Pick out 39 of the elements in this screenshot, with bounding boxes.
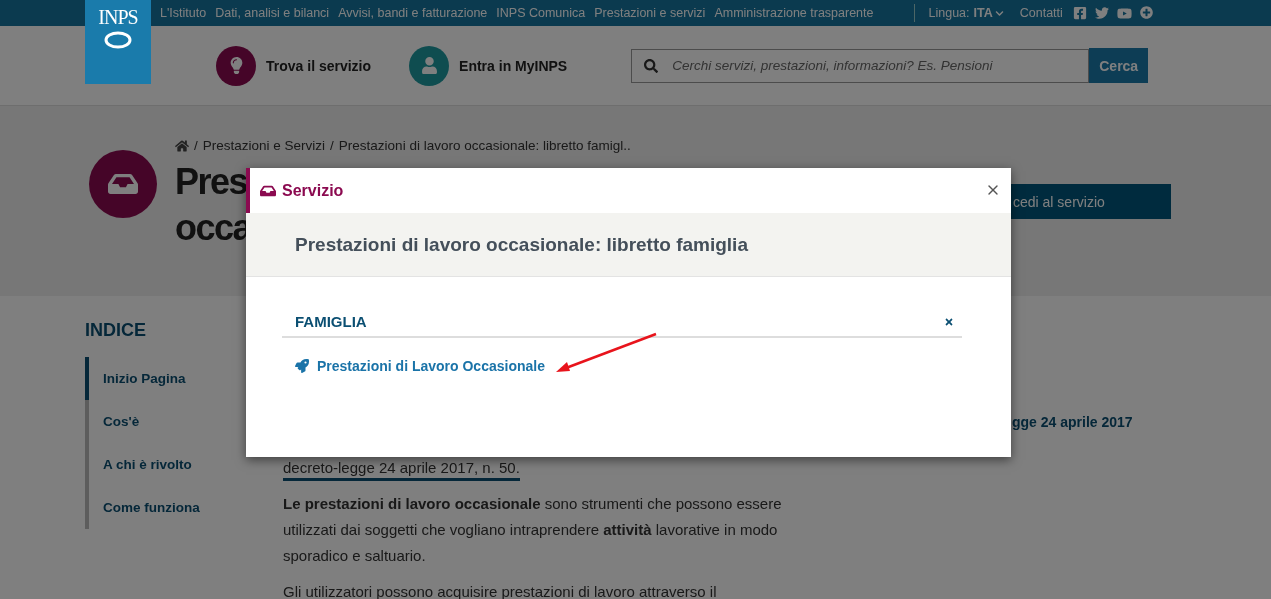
nav-link[interactable]: L'Istituto [160,6,207,20]
breadcrumb-separator: / [330,138,334,153]
index-heading: INDICE [85,320,147,341]
rocket-icon [295,359,309,373]
twitter-icon[interactable] [1094,5,1109,20]
page-title: Pres [175,160,248,204]
lightbulb-icon[interactable] [216,45,256,86]
dialog-title: Prestazioni di lavoro occasionale: libretto famiglia [295,233,748,256]
paragraph: Le prestazioni di lavoro occasionale sono strumenti che possono essere utilizzati dai soggetti che vogliano intraprendere attività lavorative in modo sporadico e saltuario. [283,494,783,566]
language-label: Lingua: [928,6,970,20]
side-text: gge 24 aprile 2017 [1012,414,1133,430]
header-link[interactable]: Trova il servizio [266,57,372,74]
facebook-icon[interactable] [1072,5,1087,20]
search-icon [644,58,659,73]
close-icon[interactable] [944,316,954,327]
search-field[interactable]: Cerchi servizi, prestazioni, informazioni? Es. Pensioni [631,48,1090,83]
inps-logo[interactable]: INPS [85,0,151,84]
search-input[interactable]: Cerchi servizi, prestazioni, informazioni? Es. Pensioni [670,57,1089,74]
nav-link[interactable]: Dati, analisi e bilanci [215,6,330,20]
breadcrumb-separator: / [194,138,198,153]
nav-link[interactable]: Avvisi, bandi e fatturazione [338,6,488,20]
contacts-link[interactable]: Contatti [1019,6,1063,20]
nav-link[interactable]: INPS Comunica [496,6,586,20]
search-button[interactable]: Cerca [1089,48,1149,83]
chevron-down-icon[interactable] [994,8,1004,18]
category-heading: FAMIGLIA [295,313,367,330]
breadcrumb-link[interactable]: Prestazioni di lavoro occasionale: libretto famigl.. [338,138,631,153]
service-link[interactable]: Prestazioni di Lavoro Occasionale [295,358,962,374]
header-link[interactable]: Entra in MyINPS [459,57,568,74]
nav-link[interactable]: Prestazioni e servizi [594,6,706,20]
plus-icon[interactable] [1139,5,1153,19]
index-item[interactable]: Come funziona [85,486,283,529]
breadcrumb-link[interactable]: Prestazioni e Servizi [202,138,326,153]
logo-icon [103,29,133,51]
language-selector[interactable]: ITA [973,6,1004,20]
nav-link[interactable]: Amministrazione trasparente [714,6,874,20]
user-icon[interactable] [409,45,450,86]
dialog-header: Servizio [282,181,344,200]
home-icon[interactable] [175,138,189,153]
